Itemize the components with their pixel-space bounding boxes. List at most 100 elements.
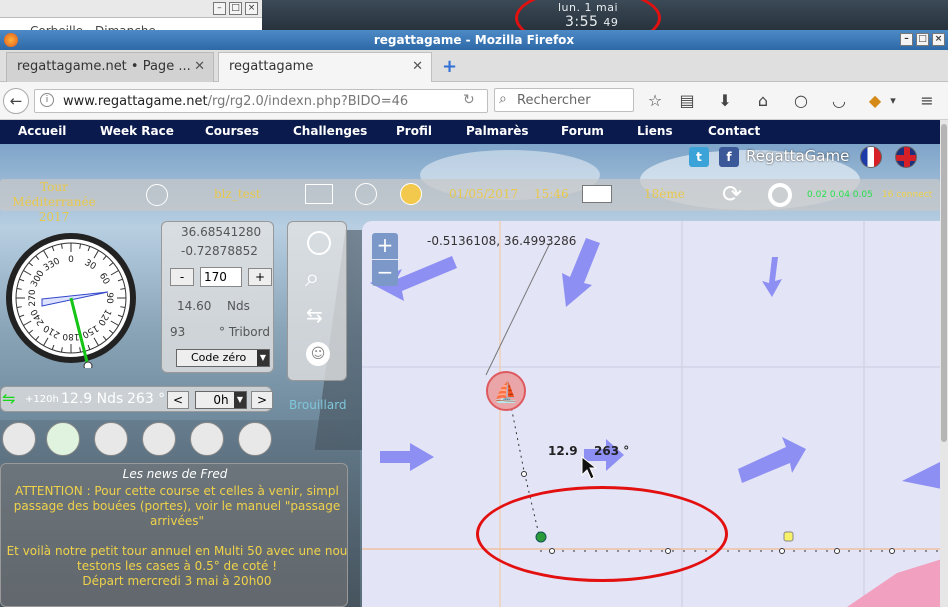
reading-list-icon[interactable]: ▤ [676,90,698,112]
crosshair-icon[interactable] [307,231,331,255]
window-minimize-icon[interactable]: – [900,33,913,46]
wind-direction-label: 263 ° [594,444,629,458]
news-line: arrivées" [150,514,204,528]
forecast-panel: ⇋ +120h 12.9 Nds 263 ° < 0h ▼ > [0,386,273,412]
download-icon[interactable]: ⬇ [714,90,736,112]
compass-label: 270 [28,289,38,306]
buoy-marker[interactable] [783,531,794,542]
news-line: ATTENTION : Pour cette course et celles … [15,484,339,498]
smiley-icon[interactable]: ☺ [306,342,330,366]
menu-liens[interactable]: Liens [637,124,673,138]
sail-select[interactable]: Code zéro ▼ [176,349,270,367]
uk-flag-icon[interactable] [895,146,917,168]
bookmark-star-icon[interactable]: ☆ [644,90,666,112]
forecast-hours-select[interactable]: 0h ▼ [195,391,247,409]
forecast-hours-value: 0h [213,393,229,407]
rank: 18ème [644,187,685,201]
zoom-in-button[interactable]: + [372,233,398,259]
firefox-icon [4,33,18,47]
minimize-icon[interactable]: – [213,2,226,15]
timer-icon[interactable] [46,422,80,456]
sailboat-icon[interactable] [238,422,272,456]
window-maximize-icon[interactable]: □ [916,33,929,46]
heading-line [485,242,551,376]
menu-forum[interactable]: Forum [561,124,604,138]
chat-icon[interactable]: ○ [790,90,812,112]
compass-label: 0 [68,255,74,265]
wind-arrow [902,461,942,489]
news-panel: Les news de Fred ATTENTION : Pour cette … [0,463,348,607]
zoom-out-button[interactable]: − [372,260,398,286]
polar-icon[interactable] [94,422,128,456]
news-line: testons les cases à 0.5° de coté ! [76,559,278,573]
news-line: passage des bouées (portes), voir le man… [13,499,341,513]
globe-icon[interactable] [146,184,168,206]
new-tab-icon[interactable]: + [442,56,457,77]
menu-week-race[interactable]: Week Race [100,124,174,138]
url-bar[interactable]: i www.regattagame.net/rg/rg2.0/indexn.ph… [34,89,488,113]
swap-arrows-icon[interactable]: ⇆ [306,304,323,326]
reload-icon[interactable]: ↻ [463,92,475,108]
compass[interactable]: 0 30 60 90 120 150 180 210 240 270 300 330 [4,226,138,371]
wind-arrow [380,443,434,471]
news-body: ATTENTION : Pour cette course et celles … [1,484,353,589]
menu-contact[interactable]: Contact [708,124,760,138]
annotation-ellipse-route [476,486,728,582]
heading-handle[interactable] [83,361,93,371]
close-icon[interactable]: × [245,2,258,15]
twitter-icon[interactable]: t [689,147,709,167]
tab-close-icon[interactable]: ✕ [412,53,423,81]
site-menu: Accueil Week Race Courses Challenges Pro… [0,120,940,144]
race-time: 15:46 [534,187,569,201]
twa-value: 93 [170,325,186,339]
back-arrow-icon[interactable]: ← [3,88,29,114]
refresh-icon[interactable]: ⟳ [722,182,742,206]
clock-icon[interactable] [400,183,422,205]
race-name: Tour Méditerranée 2017 [12,180,96,224]
window-close-icon[interactable]: × [932,33,945,46]
heading-minus-button[interactable]: - [170,268,194,286]
menu-courses[interactable]: Courses [205,124,259,138]
brouillard-label[interactable]: Brouillard [289,398,347,412]
boat-icon[interactable] [582,185,612,203]
brand-label: RegattaGame [746,147,850,165]
profile-icon[interactable] [355,183,377,205]
menu-palmares[interactable]: Palmarès [466,124,528,138]
mail-icon[interactable] [305,184,333,204]
home-icon[interactable]: ⌂ [752,90,774,112]
tab-close-icon[interactable]: ✕ [194,53,205,81]
player-name: blz_test [214,187,261,201]
magnifier-icon[interactable]: ⌕ [305,265,320,291]
pocket-icon[interactable]: ◡ [828,90,850,112]
settings-gear-icon[interactable] [190,422,224,456]
lifebuoy-icon[interactable] [768,183,792,207]
route-icon[interactable] [2,422,36,456]
chevron-down-icon: ▼ [234,392,246,408]
tab-regattagame-page[interactable]: regattagame.net • Page ... ✕ [6,52,214,82]
menu-challenges[interactable]: Challenges [293,124,367,138]
chevron-down-icon[interactable]: ▾ [882,90,904,112]
forecast-next-button[interactable]: > [251,391,273,409]
url-text: www.regattagame.net/rg/rg2.0/indexn.php?… [63,94,409,109]
menu-accueil[interactable]: Accueil [18,124,66,138]
info-icon[interactable]: i [40,93,54,107]
french-flag-icon[interactable] [860,146,882,168]
navigation-bar: ← i www.regattagame.net/rg/rg2.0/indexn.… [0,82,948,120]
anchor-icon[interactable] [142,422,176,456]
forecast-speed: 12.9 Nds [61,391,124,407]
facebook-icon[interactable]: f [719,147,739,167]
menu-profil[interactable]: Profil [396,124,432,138]
search-input[interactable]: ⌕ Rechercher [494,88,634,112]
scrollbar-thumb[interactable] [941,124,947,442]
perf-values: 0.02 0.04 0.05 [807,190,873,200]
longitude: -0.72878852 [181,244,258,258]
hamburger-menu-icon[interactable]: ≡ [916,90,938,112]
maximize-icon[interactable]: □ [229,2,242,15]
forecast-direction: 263 ° [127,391,166,407]
tab-label: regattagame.net • Page ... [17,59,191,74]
heading-input[interactable]: 170 [200,267,242,287]
heading-plus-button[interactable]: + [248,268,272,286]
tab-regattagame[interactable]: regattagame ✕ [218,52,432,82]
forecast-prev-button[interactable]: < [167,391,189,409]
compass-dial: 0 306090120150180210240270300330 [6,233,136,371]
